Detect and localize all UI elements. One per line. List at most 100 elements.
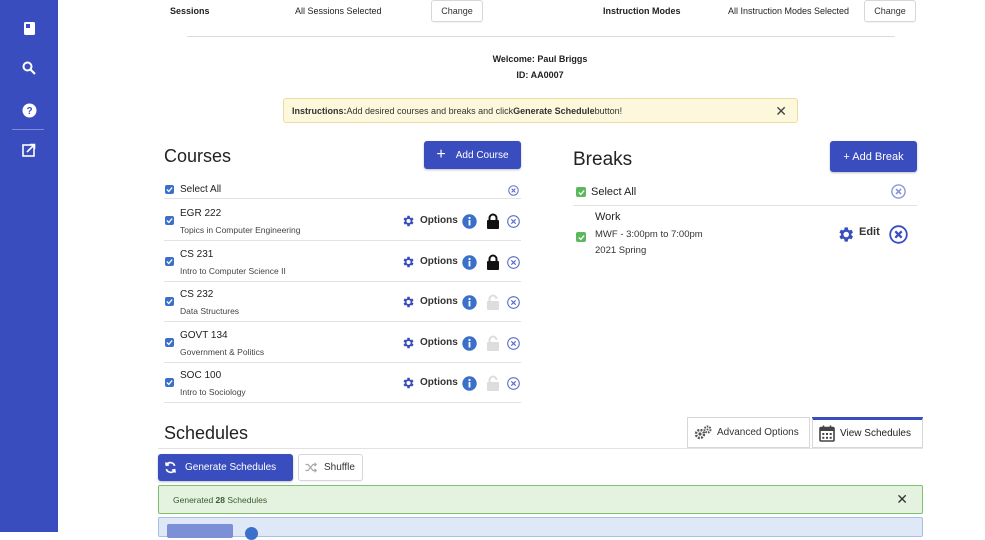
gear-icon[interactable] <box>401 295 415 314</box>
break-term: 2021 Spring <box>595 245 647 256</box>
break-item: Work MWF - 3:00pm to 7:00pm 2021 Spring … <box>573 208 917 268</box>
generate-schedules-label: Generate Schedules <box>185 462 277 473</box>
svg-text:?: ? <box>26 106 32 117</box>
remove-course-icon[interactable] <box>507 336 520 355</box>
options-label[interactable]: Options <box>420 256 458 267</box>
gear-icon[interactable] <box>401 376 415 395</box>
courses-select-all-row: Select All <box>164 181 521 199</box>
unlock-icon[interactable] <box>486 294 500 316</box>
close-icon[interactable]: ✕ <box>775 103 787 120</box>
breaks-title: Breaks <box>573 149 633 170</box>
generated-prefix: Generated <box>173 494 214 505</box>
course-name: Intro to Computer Science II <box>180 265 286 276</box>
generate-schedules-button[interactable]: Generate Schedules <box>158 454 293 481</box>
info-icon <box>245 527 258 540</box>
options-label[interactable]: Options <box>420 296 458 307</box>
sessions-change-button[interactable]: Change <box>431 0 483 22</box>
info-bar-button[interactable] <box>167 524 233 538</box>
refresh-icon <box>165 461 176 474</box>
calendar-icon <box>819 425 835 442</box>
advanced-options-label: Advanced Options <box>717 427 799 438</box>
info-icon[interactable] <box>462 376 477 396</box>
advanced-options-button[interactable]: Advanced Options <box>687 417 810 448</box>
generated-alert: Generated 28 Schedules ✕ <box>158 485 923 514</box>
remove-all-icon[interactable] <box>508 183 519 201</box>
generated-suffix: Schedules <box>227 494 268 505</box>
lock-icon[interactable] <box>486 213 500 235</box>
course-checkbox[interactable] <box>165 378 174 387</box>
sidebar: ? <box>0 0 58 532</box>
course-name: Data Structures <box>180 306 240 316</box>
welcome-text: Welcome: Paul Briggs <box>492 54 588 64</box>
course-checkbox[interactable] <box>165 297 174 306</box>
remove-course-icon[interactable] <box>507 377 520 395</box>
course-code: CS 231 <box>180 248 214 260</box>
break-checkbox[interactable] <box>576 232 586 242</box>
instruction-modes-label: Instruction Modes <box>603 6 681 16</box>
options-label[interactable]: Options <box>420 377 458 388</box>
gear-icon[interactable] <box>401 214 415 233</box>
close-icon[interactable]: ✕ <box>896 491 908 508</box>
add-course-button[interactable]: + Add Course <box>424 141 521 169</box>
view-schedules-tab[interactable]: View Schedules <box>812 417 923 448</box>
break-name: Work <box>595 211 621 223</box>
remove-all-breaks-icon[interactable] <box>891 184 906 204</box>
course-checkbox[interactable] <box>165 337 174 347</box>
instructions-suffix: button! <box>594 105 623 116</box>
shuffle-button[interactable]: Shuffle <box>298 454 363 481</box>
filters-divider <box>187 36 895 37</box>
course-code: SOC 100 <box>180 370 222 381</box>
break-time: MWF - 3:00pm to 7:00pm <box>595 229 703 240</box>
instruction-modes-change-button[interactable]: Change <box>864 0 916 22</box>
course-checkbox[interactable] <box>165 256 174 266</box>
gear-icon[interactable] <box>401 336 415 355</box>
lock-icon[interactable] <box>486 254 500 276</box>
schedule-info-bar <box>158 517 923 540</box>
course-row: CS 232 Data Structures Options <box>164 282 521 322</box>
shuffle-icon <box>305 462 317 473</box>
search-icon[interactable] <box>19 58 39 78</box>
courses-select-all-checkbox[interactable] <box>165 185 174 194</box>
schedules-title: Schedules <box>164 423 249 443</box>
course-row: EGR 222 Topics in Computer Engineering Opt… <box>164 201 521 241</box>
info-icon[interactable] <box>462 295 477 315</box>
add-break-button[interactable]: + Add Break <box>830 141 917 172</box>
book-icon[interactable] <box>19 18 39 38</box>
sessions-label: Sessions <box>170 6 210 16</box>
break-edit-label[interactable]: Edit <box>859 226 880 238</box>
course-checkbox[interactable] <box>165 216 174 225</box>
course-code: GOVT 134 <box>180 329 228 341</box>
options-label[interactable]: Options <box>420 215 458 226</box>
courses-title: Courses <box>164 146 232 166</box>
user-id: ID: AA0007 <box>516 70 564 80</box>
instructions-text: Add desired courses and breaks and click <box>346 105 514 116</box>
unlock-icon[interactable] <box>486 375 500 397</box>
view-schedules-label: View Schedules <box>840 428 911 439</box>
remove-break-icon[interactable] <box>889 225 908 249</box>
remove-course-icon[interactable] <box>507 215 520 233</box>
remove-course-icon[interactable] <box>507 255 520 274</box>
instructions-emph: Generate Schedule <box>513 105 595 116</box>
breaks-select-all-checkbox[interactable] <box>576 187 586 197</box>
plus-icon: + <box>436 146 446 163</box>
course-name: Intro to Sociology <box>180 387 246 397</box>
course-row: CS 231 Intro to Computer Science II Option… <box>164 242 521 282</box>
info-icon[interactable] <box>462 214 477 234</box>
gear-icon[interactable] <box>836 225 855 249</box>
options-label[interactable]: Options <box>420 337 458 348</box>
unlock-icon[interactable] <box>486 335 500 357</box>
remove-course-icon[interactable] <box>507 296 520 314</box>
gear-icon[interactable] <box>401 255 415 274</box>
course-name: Topics in Computer Engineering <box>180 225 301 235</box>
gears-icon <box>694 425 712 440</box>
info-icon[interactable] <box>462 335 477 356</box>
shuffle-label: Shuffle <box>324 462 355 473</box>
help-icon[interactable]: ? <box>19 100 39 120</box>
course-name: Government & Politics <box>180 346 265 357</box>
instructions-banner: Instructions: Add desired courses and br… <box>283 98 798 123</box>
course-code: CS 232 <box>180 289 214 300</box>
instructions-prefix: Instructions: <box>292 105 347 116</box>
external-link-icon[interactable] <box>19 140 39 160</box>
sidebar-divider <box>12 129 44 130</box>
info-icon[interactable] <box>462 254 477 275</box>
